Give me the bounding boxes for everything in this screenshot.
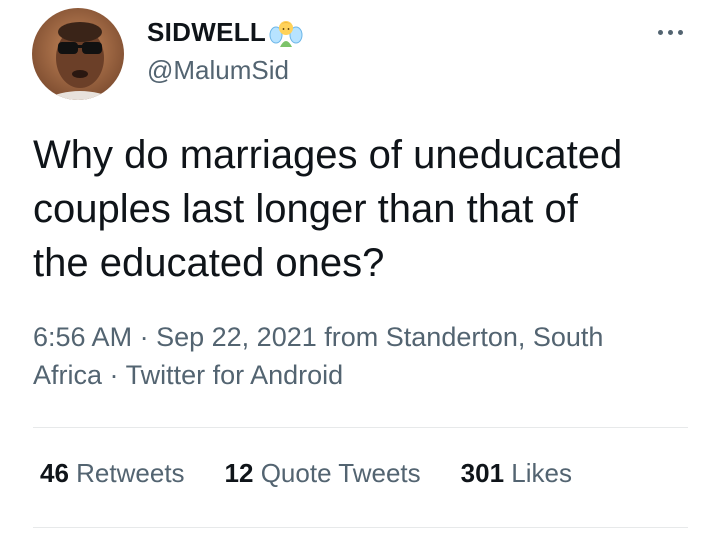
likes-label: Likes — [511, 458, 572, 488]
retweets-stat[interactable]: 46 Retweets — [40, 458, 185, 489]
tweet-text: Why do marriages of uneducated couples l… — [33, 133, 623, 285]
avatar[interactable] — [32, 8, 124, 100]
author-handle[interactable]: @MalumSid — [147, 55, 289, 86]
more-options-icon[interactable] — [648, 20, 692, 44]
meta-separator: · — [139, 322, 149, 352]
meta-separator: · — [109, 360, 119, 390]
location-prefix: from — [324, 322, 379, 352]
divider — [33, 427, 688, 428]
display-name[interactable]: SIDWELL — [147, 17, 266, 48]
likes-stat[interactable]: 301 Likes — [461, 458, 572, 489]
quote-tweets-label: Quote Tweets — [260, 458, 421, 488]
tweet-card: SIDWELL @MalumSid Why do marriages of un… — [0, 0, 720, 535]
quote-tweets-stat[interactable]: 12 Quote Tweets — [225, 458, 421, 489]
tweet-meta: 6:56 AM · Sep 22, 2021 from Standerton, … — [33, 318, 673, 394]
quote-tweets-count: 12 — [224, 458, 254, 488]
retweets-label: Retweets — [76, 458, 185, 488]
tweet-source[interactable]: Twitter for Android — [126, 360, 344, 390]
tweet-stats: 46 Retweets 12 Quote Tweets 301 Likes — [40, 458, 572, 489]
likes-count: 301 — [460, 458, 505, 488]
tweet-time[interactable]: 6:56 AM — [33, 322, 132, 352]
fairy-emoji-icon — [269, 15, 303, 49]
author-name-row[interactable]: SIDWELL — [147, 12, 303, 52]
tweet-date[interactable]: Sep 22, 2021 — [156, 322, 317, 352]
retweets-count: 46 — [40, 458, 69, 488]
divider — [33, 527, 688, 528]
